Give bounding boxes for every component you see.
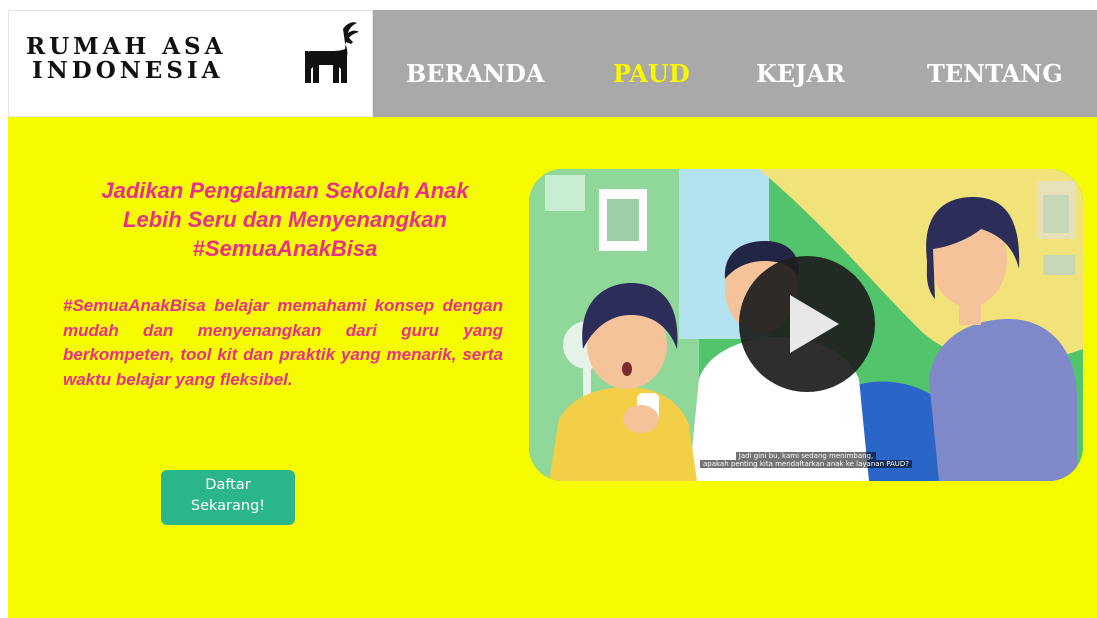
nav-item-kejar[interactable]: KEJAR <box>756 59 845 88</box>
hero-description: #SemuaAnakBisa belajar memahami konsep d… <box>63 296 503 389</box>
hero-headline: Jadikan Pengalaman Sekolah Anak Lebih Se… <box>56 176 514 263</box>
cta-label-line-2: Sekarang! <box>190 498 266 514</box>
video-captions: Jadi gini bu, kami sedang menimbang, apa… <box>529 452 1083 468</box>
brand-line-2: INDONESIA <box>32 57 224 84</box>
nav-item-tentang[interactable]: TENTANG <box>927 59 1063 88</box>
header: RUMAH ASA INDONESIA BERANDA PAUD KEJAR T… <box>8 10 1097 117</box>
headline-line-3: #SemuaAnakBisa <box>192 236 378 261</box>
antelope-icon <box>305 22 359 83</box>
nav-item-beranda[interactable]: BERANDA <box>406 59 545 88</box>
play-icon <box>790 295 839 353</box>
cta-label-line-1: Daftar <box>205 477 251 493</box>
nav-item-paud[interactable]: PAUD <box>613 59 690 88</box>
brand-name: RUMAH ASA INDONESIA <box>26 35 227 83</box>
headline-line-2: Lebih Seru dan Menyenangkan <box>123 207 447 232</box>
video-player[interactable]: Jadi gini bu, kami sedang menimbang, apa… <box>529 169 1083 481</box>
brand-logo-area[interactable]: RUMAH ASA INDONESIA <box>8 10 373 117</box>
page: RUMAH ASA INDONESIA BERANDA PAUD KEJAR T… <box>8 10 1097 618</box>
headline-line-1: Jadikan Pengalaman Sekolah Anak <box>101 178 469 203</box>
caption-line-2: apakah penting kita mendaftarkan anak ke… <box>699 460 913 468</box>
caption-line-1: Jadi gini bu, kami sedang menimbang, <box>735 452 877 460</box>
main-nav: BERANDA PAUD KEJAR TENTANG <box>373 10 1097 117</box>
play-button[interactable] <box>739 256 875 392</box>
brand-line-1: RUMAH ASA <box>26 33 227 60</box>
register-now-button[interactable]: Daftar Sekarang! <box>161 470 295 525</box>
hero-section: Jadikan Pengalaman Sekolah Anak Lebih Se… <box>8 117 1097 618</box>
